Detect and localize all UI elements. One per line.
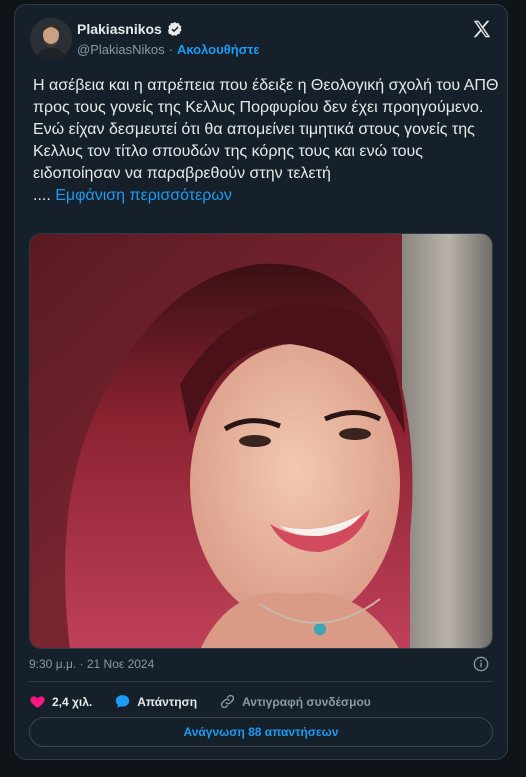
timestamp-separator: · (79, 657, 84, 671)
action-bar: 2,4 χιλ. Απάντηση Αντιγραφή συνδέσμου (29, 693, 393, 710)
reply-bubble-icon (116, 695, 130, 708)
author-name[interactable]: Plakiasnikos (77, 21, 162, 37)
link-icon (220, 694, 235, 709)
info-icon[interactable] (473, 656, 489, 672)
tweet-date: 21 Νοε 2024 (86, 657, 155, 671)
copy-link-button[interactable]: Αντιγραφή συνδέσμου (219, 693, 371, 710)
avatar[interactable] (30, 18, 72, 60)
copy-link-label: Αντιγραφή συνδέσμου (242, 694, 371, 709)
like-button[interactable]: 2,4 χιλ. (29, 693, 92, 710)
show-more-link[interactable]: Εμφάνιση περισσότερων (55, 187, 232, 204)
reply-button[interactable]: Απάντηση (114, 693, 197, 710)
author-handle[interactable]: @PlakiasNikos (77, 42, 165, 57)
tweet-card: Plakiasnikos @PlakiasNikos · Ακολουθήστε… (14, 4, 508, 760)
tweet-timestamp[interactable]: 9:30 μ.μ. · 21 Νοε 2024 (29, 657, 154, 671)
divider (29, 681, 493, 682)
tweet-time: 9:30 μ.μ. (29, 657, 77, 671)
tweet-body: Η ασέβεια και η απρέπεια που έδειξε η Θε… (33, 77, 499, 204)
x-logo-icon[interactable] (471, 18, 493, 40)
separator-dot: · (168, 42, 173, 57)
like-count: 2,4 χιλ. (52, 694, 93, 709)
tweet-text: Η ασέβεια και η απρέπεια που έδειξε η Θε… (33, 75, 501, 207)
heart-icon (30, 696, 45, 708)
follow-button[interactable]: Ακολουθήστε (177, 42, 260, 57)
tweet-photo[interactable] (29, 233, 493, 649)
handle-row: @PlakiasNikos · Ακολουθήστε (77, 42, 260, 57)
read-replies-button[interactable]: Ανάγνωση 88 απαντήσεων (29, 717, 493, 747)
author-name-row: Plakiasnikos (77, 21, 183, 37)
reply-label: Απάντηση (137, 694, 198, 709)
verified-icon (167, 21, 183, 37)
